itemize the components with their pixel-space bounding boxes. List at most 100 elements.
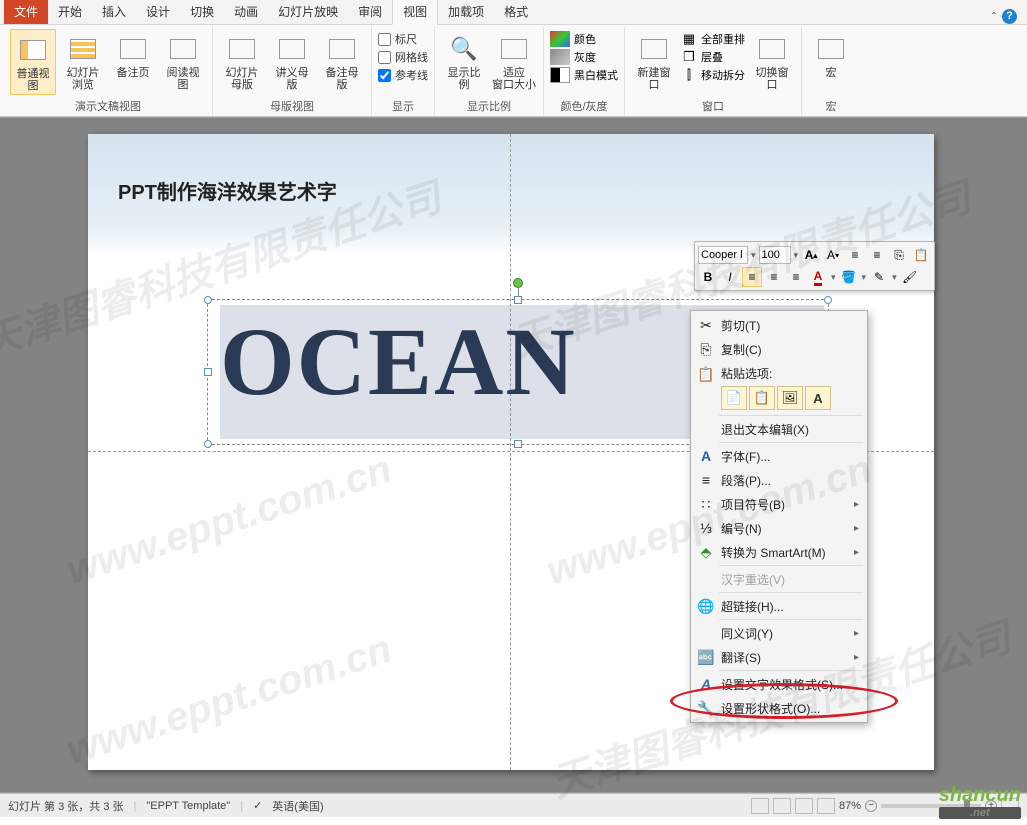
fill-color-button[interactable]: 🪣	[839, 267, 859, 287]
resize-handle-s[interactable]	[514, 440, 522, 448]
tab-insert[interactable]: 插入	[92, 0, 136, 24]
tab-design[interactable]: 设计	[136, 0, 180, 24]
new-window-button[interactable]: 新建窗口	[631, 29, 677, 93]
reading-view-icon[interactable]	[795, 798, 813, 814]
italic-button[interactable]: I	[720, 267, 740, 287]
cm-text-effects-format[interactable]: A设置文字效果格式(S)...	[693, 672, 865, 696]
tab-transitions[interactable]: 切换	[180, 0, 224, 24]
resize-handle-nw[interactable]	[204, 296, 212, 304]
increase-indent-icon[interactable]: ≡	[867, 245, 887, 265]
arrange-all-button[interactable]: ▦全部重排	[681, 31, 745, 47]
align-left-button[interactable]: ≡	[742, 267, 762, 287]
cm-shape-format[interactable]: 🔧设置形状格式(O)...	[693, 696, 865, 720]
shancun-logo: shancun.net	[939, 784, 1021, 819]
align-center-button[interactable]: ≡	[764, 267, 784, 287]
cm-paragraph[interactable]: ≡段落(P)...	[693, 468, 865, 492]
chevron-down-icon[interactable]: ▾	[750, 250, 757, 261]
sorter-view-icon[interactable]	[773, 798, 791, 814]
handout-master-button[interactable]: 讲义母版	[269, 29, 315, 93]
slideshow-view-icon[interactable]	[817, 798, 835, 814]
tab-slideshow[interactable]: 幻灯片放映	[268, 0, 348, 24]
rotation-handle[interactable]	[513, 278, 523, 288]
chevron-down-icon[interactable]: ▾	[891, 272, 898, 283]
gridlines-checkbox[interactable]: 网格线	[378, 49, 428, 65]
cm-cut[interactable]: ✂剪切(T)	[693, 313, 865, 337]
resize-handle-sw[interactable]	[204, 440, 212, 448]
bold-button[interactable]: B	[698, 267, 718, 287]
cm-hanzi-reselect: 汉字重选(V)	[693, 567, 865, 591]
resize-handle-n[interactable]	[514, 296, 522, 304]
tab-file[interactable]: 文件	[4, 0, 48, 24]
context-menu: ✂剪切(T) ⎘复制(C) 📋粘贴选项: 📄 📋 🖼 A 退出文本编辑(X) A…	[690, 310, 868, 723]
chevron-right-icon: ▸	[854, 499, 859, 510]
paste-use-dest-button[interactable]: 📋	[749, 386, 775, 410]
tab-review[interactable]: 审阅	[348, 0, 392, 24]
tab-home[interactable]: 开始	[48, 0, 92, 24]
cm-hyperlink[interactable]: 🌐超链接(H)...	[693, 594, 865, 618]
paste-picture-button[interactable]: 🖼	[777, 386, 803, 410]
zoom-out-button[interactable]: −	[865, 800, 877, 812]
cm-thesaurus[interactable]: 同义词(Y)▸	[693, 621, 865, 645]
group-zoom: 显示比例	[441, 96, 537, 116]
cm-bullets[interactable]: ∷项目符号(B)▸	[693, 492, 865, 516]
normal-view-button[interactable]: 普通视图	[10, 29, 56, 95]
resize-handle-w[interactable]	[204, 368, 212, 376]
mini-toolbar: ▾ ▾ A▴ A▾ ≡ ≡ ⎘ 📋 B I ≡ ≡ ≡ A▾ 🪣▾ ✎▾ 🖌	[694, 241, 935, 291]
notes-master-button[interactable]: 备注母版	[319, 29, 365, 93]
align-right-button[interactable]: ≡	[786, 267, 806, 287]
macros-button[interactable]: 宏	[808, 29, 854, 81]
format-painter-button[interactable]: 🖌	[900, 267, 920, 287]
reading-view-button[interactable]: 阅读视图	[160, 29, 206, 93]
fit-window-button[interactable]: 适应 窗口大小	[491, 29, 537, 93]
bw-mode-button[interactable]: 黑白模式	[550, 67, 618, 83]
normal-view-icon[interactable]	[751, 798, 769, 814]
mini-font-combo[interactable]	[698, 246, 748, 264]
cm-smartart[interactable]: ⬘转换为 SmartArt(M)▸	[693, 540, 865, 564]
grow-font-icon[interactable]: A▴	[801, 245, 821, 265]
spellcheck-icon[interactable]: ✓	[253, 799, 262, 812]
copy-icon: ⎘	[697, 340, 715, 358]
switch-windows-button[interactable]: 切换窗口	[749, 29, 795, 93]
color-mode-button[interactable]: 颜色	[550, 31, 618, 47]
cm-font[interactable]: A字体(F)...	[693, 444, 865, 468]
tab-format[interactable]: 格式	[494, 0, 538, 24]
resize-handle-ne[interactable]	[824, 296, 832, 304]
cm-numbering[interactable]: ⅓编号(N)▸	[693, 516, 865, 540]
zoom-level[interactable]: 87%	[839, 800, 861, 812]
guides-checkbox[interactable]: 参考线	[378, 67, 428, 83]
outline-color-button[interactable]: ✎	[869, 267, 889, 287]
guide-vertical[interactable]	[510, 134, 511, 770]
zoom-button[interactable]: 🔍显示比例	[441, 29, 487, 93]
font-color-button[interactable]: A	[808, 267, 828, 287]
slide-master-button[interactable]: 幻灯片母版	[219, 29, 265, 93]
cascade-button[interactable]: ❐层叠	[681, 49, 745, 65]
grayscale-mode-button[interactable]: 灰度	[550, 49, 618, 65]
ribbon-view: 普通视图 幻灯片浏览 备注页 阅读视图 演示文稿视图 幻灯片母版 讲义母版 备注…	[0, 25, 1027, 117]
tab-addins[interactable]: 加载项	[438, 0, 494, 24]
minimize-ribbon-icon[interactable]: ˆ	[992, 10, 996, 24]
paste-keep-source-button[interactable]: 📄	[721, 386, 747, 410]
slide-sorter-button[interactable]: 幻灯片浏览	[60, 29, 106, 93]
tab-view[interactable]: 视图	[392, 0, 438, 25]
help-icon[interactable]: ?	[1002, 9, 1017, 24]
cm-translate[interactable]: 🔤翻译(S)▸	[693, 645, 865, 669]
decrease-indent-icon[interactable]: ≡	[845, 245, 865, 265]
copy-icon[interactable]: ⎘	[889, 245, 909, 265]
tab-animations[interactable]: 动画	[224, 0, 268, 24]
chevron-down-icon[interactable]: ▾	[861, 272, 868, 283]
chevron-down-icon[interactable]: ▾	[830, 272, 837, 283]
mini-size-combo[interactable]	[759, 246, 791, 264]
ruler-checkbox[interactable]: 标尺	[378, 31, 428, 47]
group-window: 窗口	[631, 96, 795, 116]
move-split-button[interactable]: ⫿移动拆分	[681, 67, 745, 83]
paste-icon[interactable]: 📋	[911, 245, 931, 265]
paste-text-only-button[interactable]: A	[805, 386, 831, 410]
shrink-font-icon[interactable]: A▾	[823, 245, 843, 265]
chevron-down-icon[interactable]: ▾	[793, 250, 800, 261]
notes-page-button[interactable]: 备注页	[110, 29, 156, 81]
cm-copy[interactable]: ⎘复制(C)	[693, 337, 865, 361]
wordart-text[interactable]: OCEAN	[220, 314, 577, 410]
font-a-icon: A	[697, 447, 715, 465]
status-language[interactable]: 英语(美国)	[272, 798, 323, 814]
cm-exit-text-edit[interactable]: 退出文本编辑(X)	[693, 417, 865, 441]
